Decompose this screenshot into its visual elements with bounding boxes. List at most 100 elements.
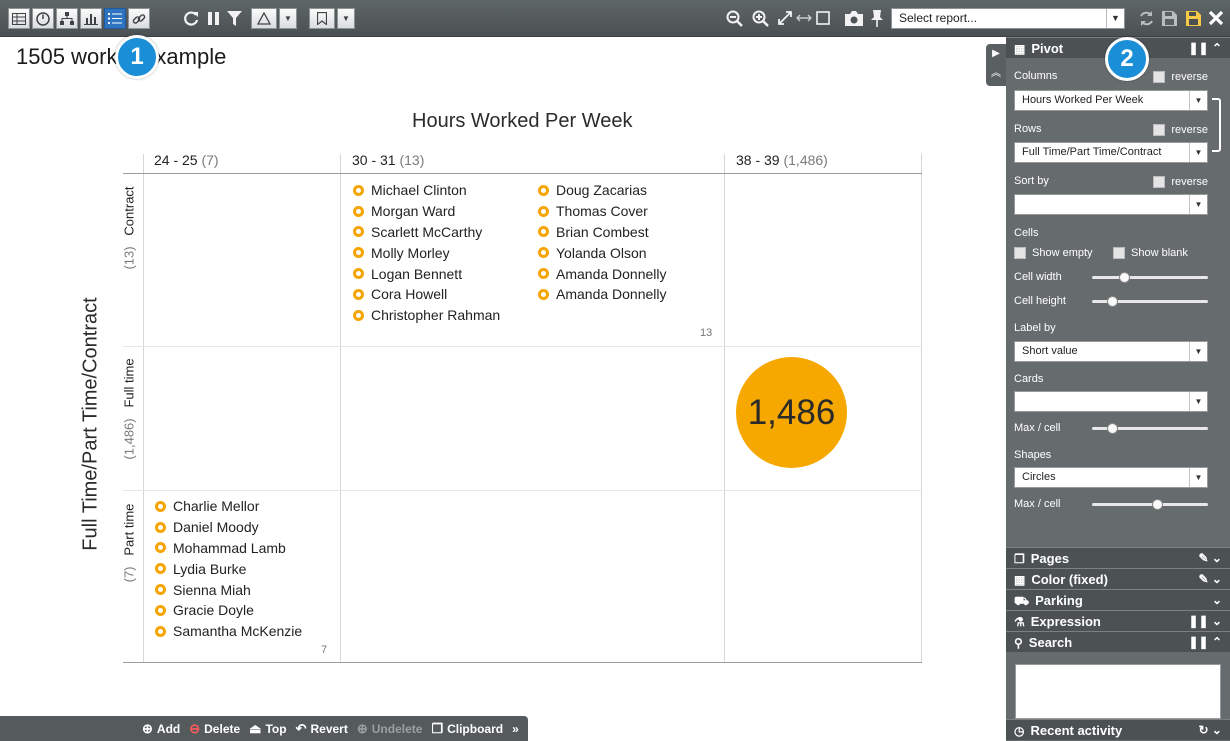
slider-knob[interactable] (1119, 272, 1131, 283)
hierarchy-view-button[interactable] (56, 8, 78, 29)
cell-width-slider[interactable] (1092, 272, 1208, 283)
grid-line (123, 490, 922, 491)
person-card[interactable]: Lydia Burke (155, 558, 302, 579)
person-card[interactable]: Samantha McKenzie (155, 621, 302, 642)
pause-collapse-controls[interactable]: ❚❚ ⌃ (1189, 38, 1223, 59)
pause-collapse-controls[interactable]: ❚❚ ⌃ (1189, 632, 1223, 653)
cards-max-slider[interactable] (1092, 423, 1208, 434)
close-icon[interactable] (1209, 11, 1223, 25)
shapes-select[interactable]: Circles ▼ (1014, 467, 1208, 488)
checkbox[interactable] (1014, 247, 1026, 259)
color-section-header[interactable]: ▦ Color (fixed) ✎ ⌄ (1006, 568, 1230, 589)
person-card[interactable]: Mohammad Lamb (155, 538, 302, 559)
person-card[interactable]: Scarlett McCarthy (353, 222, 500, 243)
columns-reverse-toggle[interactable]: reverse (1153, 71, 1208, 83)
slider-knob[interactable] (1106, 423, 1118, 434)
columns-select[interactable]: Hours Worked Per Week ▼ (1014, 90, 1208, 111)
save-icon[interactable] (1185, 10, 1202, 27)
pause-expand-controls[interactable]: ❚❚ ⌄ (1189, 611, 1223, 632)
show-empty-toggle[interactable]: Show empty (1014, 247, 1093, 259)
undelete-button[interactable]: ⊕ Undelete (357, 721, 423, 737)
bookmark-button[interactable] (309, 8, 335, 29)
checkbox[interactable] (1113, 247, 1125, 259)
list-view-button[interactable] (104, 8, 126, 29)
more-actions-button[interactable]: » (512, 722, 519, 736)
save-as-icon[interactable] (1161, 10, 1178, 27)
person-card[interactable]: Amanda Donnelly (538, 263, 667, 284)
person-card[interactable]: Logan Bennett (353, 263, 500, 284)
panel-collapse-tab[interactable]: ▶ ︽ (986, 44, 1006, 86)
person-card[interactable]: Brian Combest (538, 222, 667, 243)
column-header[interactable]: 24 - 25 (7) (154, 152, 219, 168)
add-button[interactable]: ⊕ Add (142, 721, 180, 737)
slider-knob[interactable] (1106, 296, 1118, 307)
label-by-select[interactable]: Short value ▼ (1014, 341, 1208, 362)
cell-height-slider[interactable] (1092, 296, 1208, 307)
expand-icon[interactable] (778, 11, 792, 25)
pause-icon[interactable] (208, 12, 219, 25)
person-card[interactable]: Gracie Doyle (155, 600, 302, 621)
column-header[interactable]: 38 - 39 (1,486) (736, 152, 828, 168)
person-name: Christopher Rahman (371, 307, 501, 324)
edit-expand-controls[interactable]: ✎ ⌄ (1199, 569, 1222, 590)
sort-reverse-toggle[interactable]: reverse (1153, 176, 1208, 188)
fit-width-icon[interactable] (796, 14, 812, 22)
column-header[interactable]: 30 - 31 (13) (352, 152, 424, 168)
person-card[interactable]: Daniel Moody (155, 517, 302, 538)
refresh-icon[interactable] (184, 11, 199, 26)
chart-view-button[interactable] (80, 8, 102, 29)
chevron-down-icon[interactable]: ⌄ (1212, 590, 1222, 611)
sort-by-select[interactable]: ▼ (1014, 194, 1208, 215)
rows-reverse-toggle[interactable]: reverse (1153, 124, 1208, 136)
person-card[interactable]: Christopher Rahman (353, 305, 500, 326)
person-card[interactable]: Thomas Cover (538, 201, 667, 222)
shape-tool-dropdown[interactable]: ▼ (279, 8, 297, 29)
bookmark-dropdown[interactable]: ▼ (337, 8, 355, 29)
sync-icon[interactable] (1138, 10, 1155, 27)
edit-expand-controls[interactable]: ✎ ⌄ (1199, 548, 1222, 569)
person-name: Cora Howell (371, 286, 448, 303)
person-card[interactable]: Yolanda Olson (538, 242, 667, 263)
pages-section-header[interactable]: ❐ Pages ✎ ⌄ (1006, 547, 1230, 568)
show-blank-toggle[interactable]: Show blank (1113, 247, 1188, 259)
report-select[interactable]: Select report... ▼ (891, 8, 1125, 29)
checkbox[interactable] (1153, 176, 1166, 188)
person-card[interactable]: Sienna Miah (155, 579, 302, 600)
pin-icon[interactable] (870, 9, 884, 28)
cards-select[interactable]: ▼ (1014, 391, 1208, 412)
refresh-expand-controls[interactable]: ↻ ⌄ (1199, 720, 1222, 741)
shape-tool-button[interactable] (251, 8, 277, 29)
link-view-button[interactable] (128, 8, 150, 29)
person-card[interactable]: Charlie Mellor (155, 496, 302, 517)
table-view-button[interactable] (8, 8, 30, 29)
shapes-max-slider[interactable] (1092, 499, 1208, 510)
search-section-header[interactable]: ⚲ Search ❚❚ ⌃ (1006, 631, 1230, 652)
person-name: Mohammad Lamb (173, 539, 286, 556)
expression-section-header[interactable]: ⚗ Expression ❚❚ ⌄ (1006, 610, 1230, 631)
search-input[interactable] (1015, 664, 1221, 719)
parking-section-header[interactable]: ⛟ Parking ⌄ (1006, 589, 1230, 610)
checkbox[interactable] (1153, 71, 1166, 83)
person-card[interactable]: Molly Morley (353, 242, 500, 263)
person-card[interactable]: Amanda Donnelly (538, 284, 667, 305)
filter-icon[interactable] (227, 11, 242, 26)
delete-button[interactable]: ⊖ Delete (189, 721, 240, 737)
slider-knob[interactable] (1151, 499, 1163, 510)
swap-axes-connector[interactable] (1212, 98, 1221, 152)
zoom-out-icon[interactable] (726, 10, 743, 27)
person-card[interactable]: Morgan Ward (353, 201, 500, 222)
zoom-in-icon[interactable] (752, 10, 769, 27)
revert-button[interactable]: ↶ Revert (296, 721, 348, 737)
person-card[interactable]: Cora Howell (353, 284, 500, 305)
person-card[interactable]: Doug Zacarias (538, 180, 667, 201)
checkbox[interactable] (1153, 124, 1166, 136)
rows-select[interactable]: Full Time/Part Time/Contract ▼ (1014, 142, 1208, 163)
camera-icon[interactable] (844, 10, 864, 27)
count-bubble[interactable]: 1,486 (736, 357, 847, 468)
recent-activity-section-header[interactable]: ◷ Recent activity ↻ ⌄ (1006, 719, 1230, 740)
fullscreen-icon[interactable] (816, 11, 830, 25)
person-card[interactable]: Michael Clinton (353, 180, 500, 201)
dashboard-view-button[interactable] (32, 8, 54, 29)
top-button[interactable]: ⏏ Top (249, 721, 286, 737)
clipboard-button[interactable]: ❐ Clipboard (431, 721, 503, 737)
